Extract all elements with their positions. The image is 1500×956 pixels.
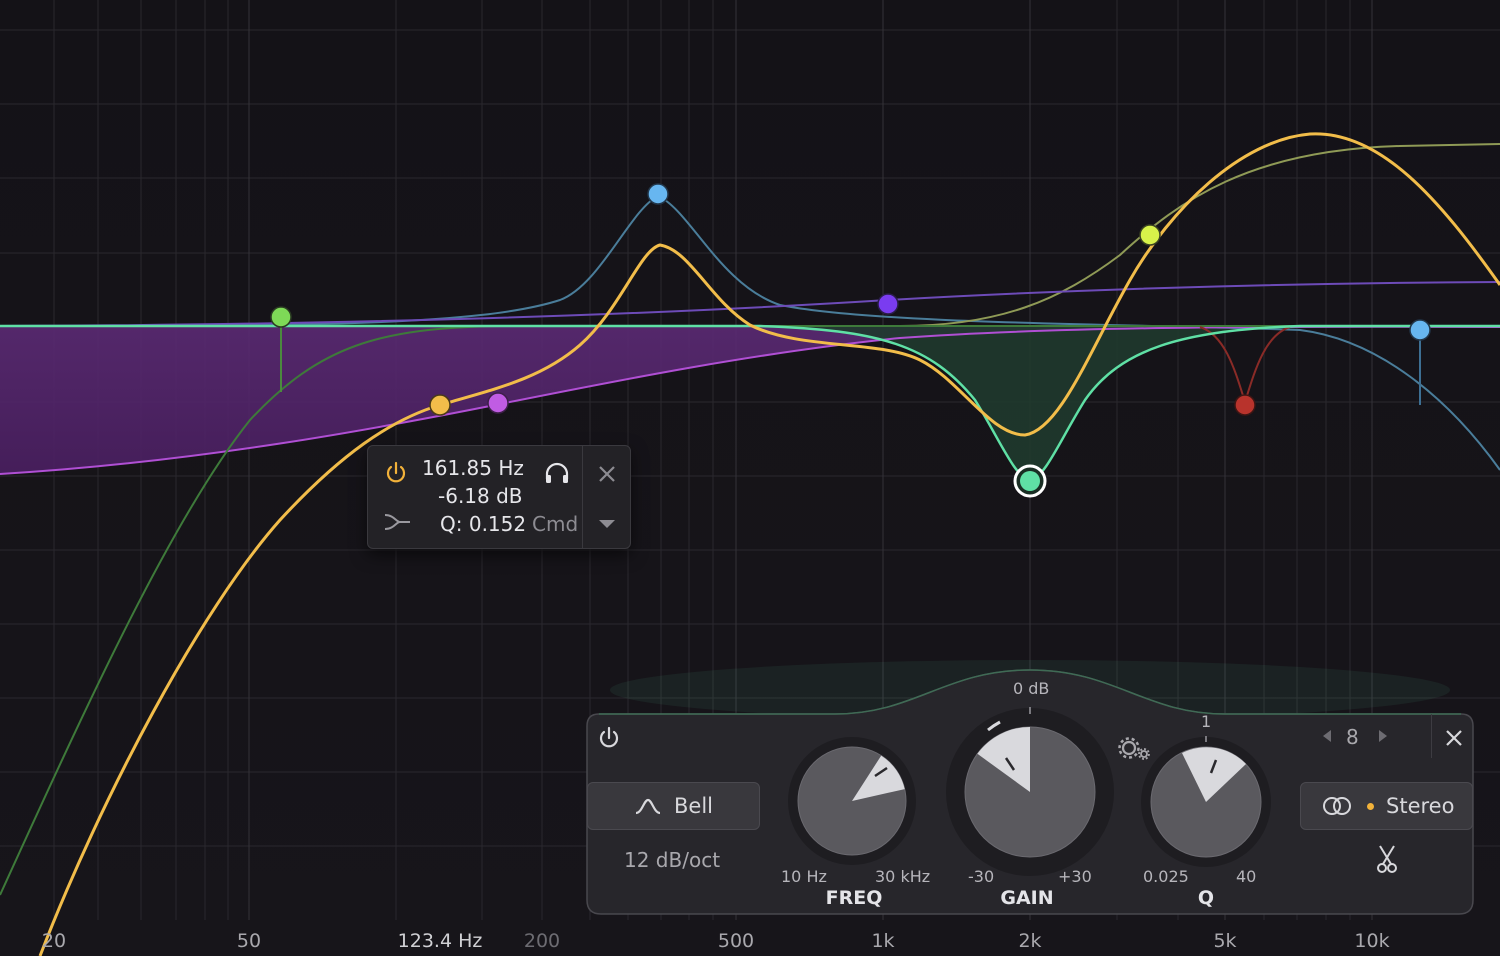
- dropdown-icon[interactable]: [598, 518, 616, 530]
- q-title: Q: [1197, 887, 1215, 909]
- band-node-selected-core: [1020, 471, 1040, 491]
- freq-label-10k: 10k: [1354, 930, 1390, 952]
- band-node-orange[interactable]: [429, 394, 451, 416]
- freq-label-2k: 2k: [1018, 930, 1042, 952]
- lime-band-curve: [0, 143, 1500, 327]
- freq-min-label: 10 Hz: [781, 867, 827, 886]
- freq-label-1k: 1k: [871, 930, 895, 952]
- band-power-icon[interactable]: [597, 726, 621, 750]
- stereo-label: Stereo: [1386, 794, 1455, 818]
- shape-label: Bell: [674, 794, 713, 818]
- band-node-lowcut[interactable]: [270, 306, 292, 328]
- eq-editor[interactable]: 20 50 123.4 Hz 200 500 1k 2k 5k 10k 161.…: [0, 0, 1500, 956]
- arrow-right-icon[interactable]: [1377, 728, 1389, 744]
- gain-title: GAIN: [1000, 887, 1054, 909]
- freq-label-50: 50: [236, 930, 262, 952]
- stereo-icon: [1323, 797, 1351, 815]
- headphones-icon[interactable]: [544, 462, 570, 484]
- stereo-dot: [1367, 802, 1374, 810]
- freq-label-hover: 123.4 Hz: [397, 930, 483, 952]
- shape-button[interactable]: Bell: [587, 782, 760, 830]
- bell-shape-icon: [635, 798, 661, 815]
- q-center-label: 1: [1201, 712, 1212, 731]
- slope-label[interactable]: 12 dB/oct: [624, 848, 720, 872]
- tooltip-divider: [582, 446, 583, 548]
- power-icon[interactable]: [384, 461, 408, 485]
- band-tooltip: 161.85 Hz -6.18 dB Q: 0.152 Cmd: [367, 445, 631, 549]
- freq-max-label: 30 kHz: [875, 867, 931, 886]
- link-icon[interactable]: [382, 512, 412, 532]
- tooltip-frequency: 161.85 Hz: [422, 456, 524, 480]
- q-max-label: 40: [1236, 867, 1257, 886]
- gain-knob[interactable]: [944, 706, 1116, 878]
- tooltip-modifier: Cmd: [532, 512, 579, 536]
- band-close-button[interactable]: [1431, 714, 1474, 758]
- freq-label-200: 200: [523, 930, 561, 952]
- band-panel[interactable]: Bell 12 dB/oct 10 Hz 30 kHz FREQ 0 dB -3…: [585, 666, 1475, 918]
- band-node-violet[interactable]: [877, 293, 899, 315]
- freq-knob[interactable]: [787, 736, 917, 866]
- stereo-button[interactable]: Stereo: [1300, 782, 1473, 830]
- freq-label-5k: 5k: [1213, 930, 1237, 952]
- band-node-blue-peak[interactable]: [647, 183, 669, 205]
- close-icon[interactable]: [597, 464, 617, 484]
- freq-label-500: 500: [717, 930, 755, 952]
- arrow-left-icon[interactable]: [1321, 728, 1333, 744]
- band-close-icon: [1446, 730, 1462, 746]
- gain-max-label: +30: [1058, 867, 1092, 886]
- band-number: 8: [1346, 725, 1359, 749]
- band-node-lime[interactable]: [1139, 224, 1161, 246]
- freq-label-20: 20: [41, 930, 67, 952]
- freq-title: FREQ: [825, 887, 883, 909]
- gain-min-label: -30: [968, 867, 995, 886]
- band-node-red[interactable]: [1234, 394, 1256, 416]
- green-band-fill: [760, 326, 1300, 480]
- gain-center-label: 0 dB: [1013, 679, 1050, 698]
- scissors-icon[interactable]: [1376, 844, 1398, 874]
- band-node-blue-high[interactable]: [1409, 319, 1431, 341]
- band-node-purple[interactable]: [487, 392, 509, 414]
- q-knob[interactable]: [1140, 736, 1272, 868]
- q-min-label: 0.025: [1143, 867, 1189, 886]
- red-band-curve: [1199, 326, 1291, 406]
- tooltip-q: Q: 0.152: [440, 512, 527, 536]
- tooltip-gain: -6.18 dB: [438, 484, 523, 508]
